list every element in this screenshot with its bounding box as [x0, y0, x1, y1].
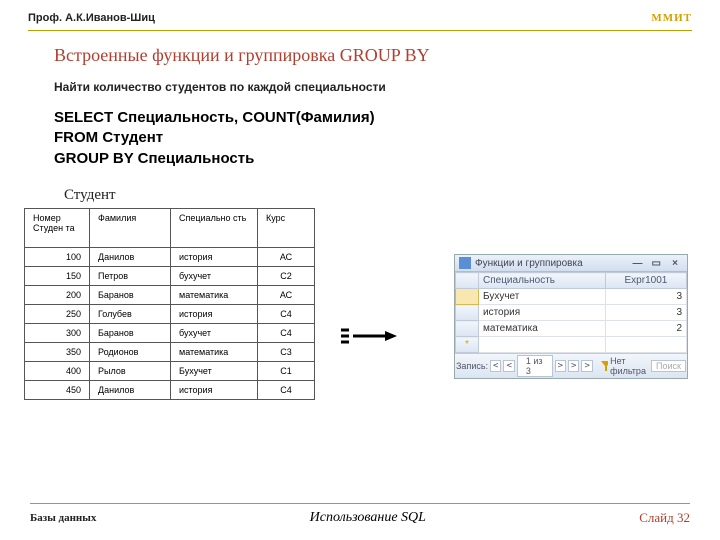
nav-new-button[interactable]: > [581, 360, 592, 372]
nav-position: 1 из 3 [517, 355, 553, 377]
new-record-row[interactable]: * [456, 337, 687, 353]
footer-right: Слайд 32 [639, 510, 690, 526]
table-row: 250ГолубевисторияС4 [25, 304, 315, 323]
aw-col-2[interactable]: Expr1001 [605, 273, 686, 289]
table-row: 350РодионовматематикаС3 [25, 342, 315, 361]
funnel-icon [601, 361, 608, 371]
table-row: 300БарановбухучетС4 [25, 323, 315, 342]
aw-col-1[interactable]: Специальность [479, 273, 606, 289]
sql-line-2: FROM Студент [54, 128, 720, 148]
result-row[interactable]: математика2 [456, 321, 687, 337]
header-divider [28, 30, 692, 31]
nav-next-button[interactable]: > [555, 360, 566, 372]
footer-left: Базы данных [30, 512, 96, 524]
table-row: 400РыловБухучетС1 [25, 361, 315, 380]
sql-line-3: GROUP BY Специальность [54, 149, 720, 169]
nav-prev-button[interactable]: < [503, 360, 514, 372]
access-result-grid[interactable]: Специальность Expr1001 Бухучет3история3м… [455, 272, 687, 353]
filter-indicator[interactable]: Нет фильтра [601, 356, 649, 376]
arrow-icon [341, 328, 399, 346]
result-row[interactable]: история3 [456, 305, 687, 321]
st-hdr-2: Специально сть [171, 208, 258, 247]
author-label: Проф. А.К.Иванов-Шиц [28, 12, 155, 24]
table-row: 200БарановматематикаАС [25, 285, 315, 304]
datasheet-icon [459, 257, 471, 269]
org-label: ММИТ [651, 12, 692, 24]
table-row: 100ДаниловисторияАС [25, 247, 315, 266]
record-label: Запись: [456, 361, 488, 371]
footer-mid: Использование SQL [96, 510, 639, 526]
search-box[interactable]: Поиск [651, 360, 686, 372]
student-table: Номер Студен та Фамилия Специально сть К… [24, 208, 315, 400]
st-hdr-1: Фамилия [90, 208, 171, 247]
page-subtitle: Найти количество студентов по каждой спе… [54, 80, 720, 94]
sql-line-1: SELECT Специальность, COUNT(Фамилия) [54, 108, 720, 128]
st-hdr-3: Курс [258, 208, 315, 247]
footer-divider [30, 503, 690, 504]
sql-block: SELECT Специальность, COUNT(Фамилия) FRO… [54, 108, 720, 169]
close-button[interactable]: × [667, 258, 683, 269]
result-row[interactable]: Бухучет3 [456, 289, 687, 305]
table-row: 450ДаниловисторияС4 [25, 380, 315, 399]
nav-last-button[interactable]: > [568, 360, 579, 372]
student-table-caption: Студент [64, 187, 720, 204]
minimize-button[interactable]: — [629, 258, 645, 269]
table-row: 150ПетровбухучетС2 [25, 266, 315, 285]
page-title: Встроенные функции и группировка GROUP B… [54, 45, 720, 66]
access-window-title: Функции и группировка [475, 258, 629, 269]
access-result-window: Функции и группировка — ▭ × Специальност… [454, 254, 688, 379]
st-hdr-0: Номер Студен та [25, 208, 90, 247]
nav-first-button[interactable]: < [490, 360, 501, 372]
maximize-button[interactable]: ▭ [648, 258, 664, 269]
